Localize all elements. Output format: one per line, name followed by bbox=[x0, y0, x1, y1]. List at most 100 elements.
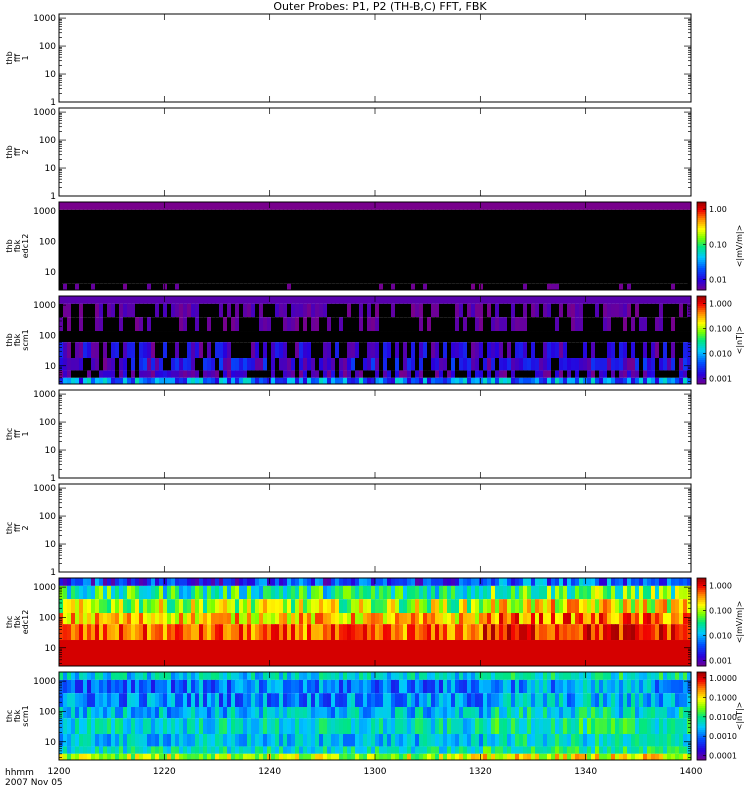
heatmap-cell bbox=[423, 377, 428, 384]
heatmap-cell bbox=[175, 358, 180, 371]
heatmap-cell bbox=[615, 370, 620, 378]
heatmap-cell bbox=[599, 283, 604, 290]
heatmap-cell bbox=[283, 753, 288, 760]
heatmap-cell bbox=[455, 317, 460, 332]
heatmap-cell bbox=[391, 578, 396, 586]
heatmap-cell bbox=[523, 296, 528, 304]
heatmap-cell bbox=[191, 317, 196, 332]
heatmap-cell bbox=[555, 209, 560, 284]
heatmap-cell bbox=[355, 746, 360, 754]
heatmap-cell bbox=[159, 624, 164, 641]
heatmap-cell bbox=[659, 672, 664, 680]
heatmap-cell bbox=[547, 377, 552, 384]
heatmap-cell bbox=[467, 693, 472, 708]
heatmap-cell bbox=[303, 718, 308, 735]
heatmap-cell bbox=[183, 624, 188, 641]
heatmap-cell bbox=[207, 578, 212, 586]
heatmap-cell bbox=[219, 746, 224, 754]
heatmap-cell bbox=[183, 342, 188, 359]
heatmap-cell bbox=[467, 202, 472, 210]
heatmap-cell bbox=[99, 202, 104, 210]
heatmap-cell bbox=[595, 693, 600, 708]
heatmap-cell bbox=[403, 303, 408, 318]
heatmap-cell bbox=[567, 613, 572, 625]
heatmap-cell bbox=[415, 370, 420, 378]
heatmap-cell bbox=[399, 303, 404, 318]
heatmap-cell bbox=[523, 640, 528, 666]
heatmap-cell bbox=[163, 672, 168, 680]
heatmap-cell bbox=[195, 303, 200, 318]
heatmap-cell bbox=[627, 331, 632, 343]
colorbar-tick-label: 0.010 bbox=[709, 631, 732, 640]
heatmap-cell bbox=[287, 377, 292, 384]
heatmap-cell bbox=[463, 718, 468, 735]
heatmap-cell bbox=[99, 707, 104, 719]
heatmap-cell bbox=[515, 202, 520, 210]
heatmap-cell bbox=[571, 342, 576, 359]
heatmap-cell bbox=[251, 672, 256, 680]
heatmap-cell bbox=[607, 746, 612, 754]
y-tick-label: 100 bbox=[39, 512, 56, 522]
heatmap-cell bbox=[347, 317, 352, 332]
heatmap-cell bbox=[375, 640, 380, 666]
heatmap-cell bbox=[175, 317, 180, 332]
heatmap-cell bbox=[167, 672, 172, 680]
heatmap-cell bbox=[291, 370, 296, 378]
heatmap-cell bbox=[411, 331, 416, 343]
heatmap-cell bbox=[155, 283, 160, 290]
heatmap-cell bbox=[103, 283, 108, 290]
heatmap-cell bbox=[567, 679, 572, 694]
heatmap-cell bbox=[67, 599, 72, 614]
heatmap-cell bbox=[91, 734, 96, 747]
heatmap-cell bbox=[591, 342, 596, 359]
heatmap-cell bbox=[351, 342, 356, 359]
heatmap-cell bbox=[551, 672, 556, 680]
heatmap-cell bbox=[671, 746, 676, 754]
heatmap-cell bbox=[183, 209, 188, 284]
heatmap-cell bbox=[603, 578, 608, 586]
heatmap-cell bbox=[79, 202, 84, 210]
heatmap-cell bbox=[259, 599, 264, 614]
heatmap-cell bbox=[663, 377, 668, 384]
heatmap-cell bbox=[311, 679, 316, 694]
heatmap-cell bbox=[335, 358, 340, 371]
heatmap-cell bbox=[679, 640, 684, 666]
heatmap-cell bbox=[459, 672, 464, 680]
heatmap-cell bbox=[227, 370, 232, 378]
heatmap-cell bbox=[491, 599, 496, 614]
heatmap-cell bbox=[683, 296, 688, 304]
heatmap-cell bbox=[179, 599, 184, 614]
heatmap-cell bbox=[207, 296, 212, 304]
heatmap-cell bbox=[515, 358, 520, 371]
heatmap-cell bbox=[619, 672, 624, 680]
heatmap-cell bbox=[219, 283, 224, 290]
heatmap-cell bbox=[275, 202, 280, 210]
heatmap-cell bbox=[375, 734, 380, 747]
heatmap-cell bbox=[203, 370, 208, 378]
heatmap-cell bbox=[199, 283, 204, 290]
heatmap-cell bbox=[319, 718, 324, 735]
heatmap-cell bbox=[207, 585, 212, 600]
heatmap-cell bbox=[503, 358, 508, 371]
heatmap-cell bbox=[203, 303, 208, 318]
heatmap-cell bbox=[475, 599, 480, 614]
heatmap-cell bbox=[63, 578, 68, 586]
heatmap-cell bbox=[435, 734, 440, 747]
heatmap-cell bbox=[199, 585, 204, 600]
heatmap-cell bbox=[143, 303, 148, 318]
heatmap-cell bbox=[223, 358, 228, 371]
heatmap-cell bbox=[399, 578, 404, 586]
heatmap-cell bbox=[279, 358, 284, 371]
heatmap-cell bbox=[187, 585, 192, 600]
heatmap-cell bbox=[607, 331, 612, 343]
heatmap-cell bbox=[143, 718, 148, 735]
heatmap-cell bbox=[651, 707, 656, 719]
heatmap-cell bbox=[439, 707, 444, 719]
heatmap-cell bbox=[427, 202, 432, 210]
heatmap-cell bbox=[331, 679, 336, 694]
heatmap-cell bbox=[619, 358, 624, 371]
heatmap-cell bbox=[531, 209, 536, 284]
heatmap-cell bbox=[671, 202, 676, 210]
heatmap-cell bbox=[531, 585, 536, 600]
heatmap-cell bbox=[267, 358, 272, 371]
